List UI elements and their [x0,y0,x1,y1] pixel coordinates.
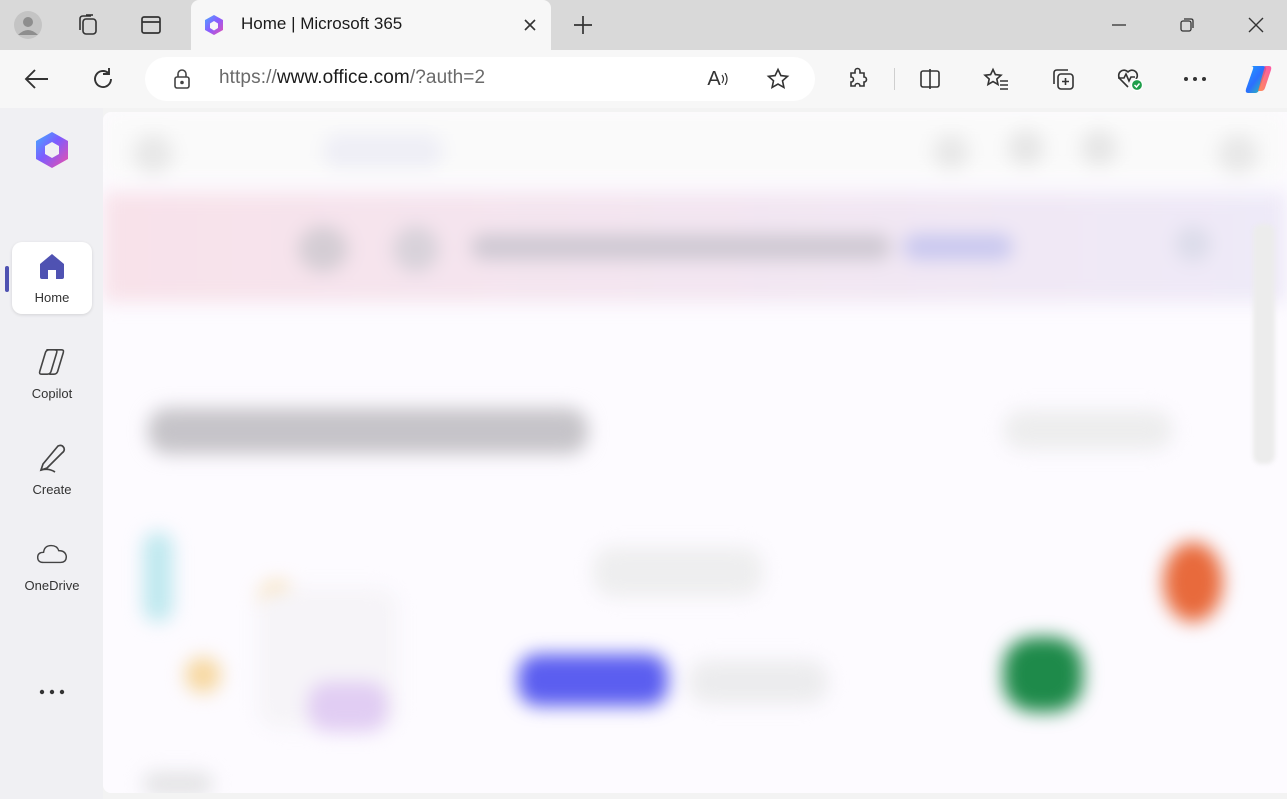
heart-pulse-icon[interactable] [1112,62,1148,96]
blurred-excel-icon [1003,637,1083,712]
blurred-banner-link [903,234,1013,260]
browser-toolbar: https://www.office.com/?auth=2 A [0,50,1287,108]
m365-logo-icon[interactable] [32,130,72,170]
m365-favicon-icon [203,14,225,36]
cloud-icon [36,538,68,570]
star-icon[interactable] [763,66,793,92]
blurred-welcome-heading [148,408,588,454]
toolbar-divider [894,68,895,90]
nav-item-home[interactable]: Home [12,242,92,314]
url-path: /?auth=2 [409,67,486,88]
split-screen-icon[interactable] [912,62,948,96]
minimize-icon[interactable] [1096,8,1142,42]
puzzle-icon[interactable] [840,62,876,96]
blurred-install-button [1003,410,1173,450]
blurred-search [323,134,443,168]
nav-label-create: Create [32,482,72,497]
blurred-header-icon [1008,130,1044,166]
blurred-page-content [103,112,1287,793]
blurred-primary-button [518,654,668,706]
more-dots-icon[interactable] [1177,62,1213,96]
lock-icon[interactable] [171,68,193,90]
blurred-banner-text [471,234,891,260]
blurred-avatar [1218,134,1258,174]
blurred-waffle-icon [133,134,173,174]
copilot-icon[interactable] [1240,62,1276,96]
blurred-banner-icon [393,226,439,272]
workspaces-icon[interactable] [72,10,104,40]
nav-item-create[interactable]: Create [12,434,92,506]
blurred-illustration [185,657,221,693]
back-arrow-icon[interactable] [19,62,55,96]
blurred-banner-close [1175,226,1211,262]
blurred-secondary-button [688,660,828,704]
blurred-illustration [308,682,388,732]
m365-left-nav: Home Copilot Create OneDrive [0,108,103,799]
read-aloud-glyph: A [707,67,721,90]
more-dots-icon[interactable] [34,682,70,702]
home-icon [36,250,68,282]
restore-icon[interactable] [1164,8,1210,42]
pencil-icon [36,442,68,474]
content-scrollbar[interactable] [1253,224,1275,464]
new-tab-plus-icon[interactable] [566,10,600,40]
blurred-header-icon [933,134,969,170]
active-tab[interactable]: Home | Microsoft 365 [191,0,551,50]
refresh-icon[interactable] [85,62,121,96]
read-aloud-icon[interactable]: A [703,66,733,92]
copilot-icon [36,346,68,378]
active-nav-indicator [5,266,9,292]
close-tab-icon[interactable] [517,12,543,38]
nav-item-onedrive[interactable]: OneDrive [12,530,92,602]
nav-label-copilot: Copilot [31,386,73,401]
blurred-banner-icon [298,226,348,272]
close-window-icon[interactable] [1233,8,1279,42]
tab-title: Home | Microsoft 365 [241,14,403,33]
blurred-app-icon [1163,542,1223,622]
url-text[interactable]: https://www.office.com/?auth=2 [219,67,485,89]
browser-title-bar: Home | Microsoft 365 [0,0,1287,50]
address-bar[interactable]: https://www.office.com/?auth=2 A [145,57,815,101]
nav-item-copilot[interactable]: Copilot [12,338,92,410]
blurred-get-started [593,547,763,597]
nav-label-onedrive: OneDrive [24,578,80,593]
m365-main-content [103,112,1287,793]
favorites-list-icon[interactable] [978,62,1014,96]
blurred-section-title [143,772,213,793]
vertical-tabs-icon[interactable] [135,10,167,40]
nav-label-home: Home [34,290,70,305]
profile-avatar-icon[interactable] [12,10,44,40]
blurred-header-icon [1081,130,1117,166]
collections-icon[interactable] [1045,62,1081,96]
blurred-illustration [143,532,173,622]
url-host: www.office.com [276,67,410,88]
url-scheme: https:// [219,67,277,88]
